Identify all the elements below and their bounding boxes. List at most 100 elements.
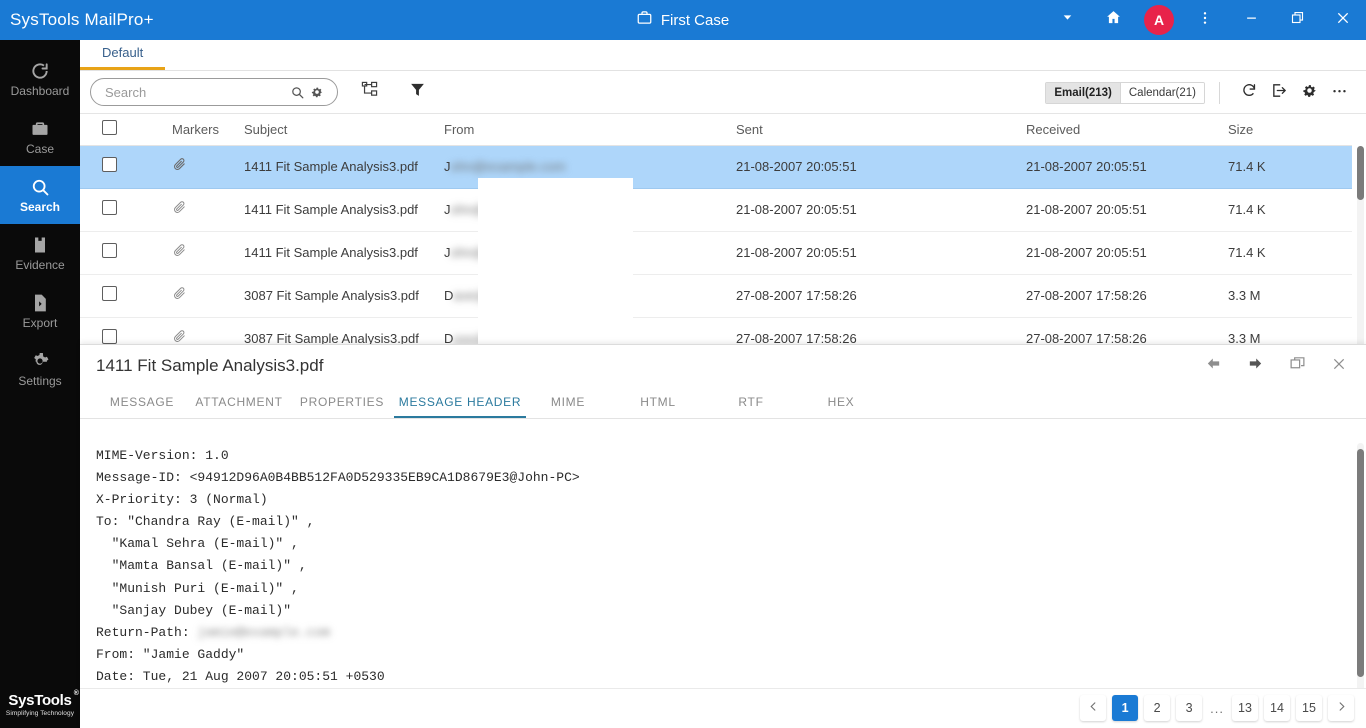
- next-message-button[interactable]: [1242, 353, 1268, 379]
- from-visible-prefix: J: [444, 159, 451, 174]
- row-checkbox-cell[interactable]: [80, 145, 134, 189]
- gear-icon: [1301, 82, 1318, 104]
- table-row[interactable]: 3087 Fit Sample Analysis3.pdf Dave@examp…: [80, 274, 1352, 318]
- vertical-dots-icon: [1197, 10, 1213, 31]
- search-settings-gear-icon[interactable]: [307, 85, 327, 99]
- column-sent[interactable]: Sent: [736, 114, 1026, 146]
- pagination-page-2[interactable]: 2: [1144, 695, 1171, 721]
- row-checkbox[interactable]: [102, 329, 117, 344]
- segment-calendar[interactable]: Calendar(21): [1119, 82, 1204, 103]
- row-from: John@example.com: [444, 231, 736, 275]
- sidebar-item-settings[interactable]: Settings: [0, 340, 80, 398]
- refresh-button[interactable]: [1234, 78, 1264, 108]
- row-checkbox-cell[interactable]: [80, 274, 134, 318]
- forward-arrow-icon: [1247, 355, 1264, 377]
- pagination-page-1[interactable]: 1: [1112, 695, 1139, 721]
- case-dropdown-button[interactable]: [1044, 0, 1090, 40]
- popout-window-button[interactable]: [1284, 353, 1310, 379]
- column-received[interactable]: Received: [1026, 114, 1228, 146]
- avatar[interactable]: A: [1144, 5, 1174, 35]
- detail-scrollbar[interactable]: [1357, 443, 1364, 719]
- view-tab-default[interactable]: Default: [80, 45, 166, 70]
- dashboard-refresh-icon: [30, 61, 50, 81]
- sidebar-item-evidence[interactable]: Evidence: [0, 224, 80, 282]
- row-sent: 27-08-2007 17:58:26: [736, 274, 1026, 318]
- tab-rtf[interactable]: RTF: [706, 395, 796, 418]
- popout-window-icon: [1289, 355, 1306, 377]
- toolbar-separator: [1219, 81, 1220, 104]
- pagination-prev-button[interactable]: [1080, 695, 1107, 721]
- restore-button[interactable]: [1274, 0, 1320, 40]
- tab-properties[interactable]: PROPERTIES: [290, 395, 394, 418]
- minimize-button[interactable]: [1228, 0, 1274, 40]
- row-checkbox[interactable]: [102, 243, 117, 258]
- grid-scrollbar[interactable]: [1357, 146, 1364, 374]
- sidebar-item-dashboard[interactable]: Dashboard: [0, 50, 80, 108]
- row-checkbox[interactable]: [102, 200, 117, 215]
- hierarchy-tree-icon: [361, 81, 378, 103]
- briefcase-icon: [637, 10, 652, 30]
- more-options-button[interactable]: [1182, 0, 1228, 40]
- pagination: 1 2 3 ... 13 14 15: [1080, 688, 1354, 728]
- sidebar-item-case[interactable]: Case: [0, 108, 80, 166]
- systools-brand-logo: SysTools ® Simplifying Technology: [0, 680, 80, 728]
- close-detail-button[interactable]: [1326, 353, 1352, 379]
- sidebar-item-search[interactable]: Search: [0, 166, 80, 224]
- application-window: SysTools MailPro+ First Case A Dashboard…: [0, 0, 1366, 728]
- email-table: Markers Subject From Sent Received Size: [80, 114, 1352, 361]
- select-all-checkbox[interactable]: [102, 120, 117, 136]
- tab-hex[interactable]: HEX: [796, 395, 886, 418]
- settings-button[interactable]: [1294, 78, 1324, 108]
- column-markers[interactable]: Markers: [134, 114, 244, 146]
- pagination-page-14[interactable]: 14: [1264, 695, 1290, 721]
- header-line-return-path-label: Return-Path:: [96, 624, 198, 640]
- search-icon[interactable]: [287, 85, 307, 100]
- column-from[interactable]: From: [444, 114, 736, 146]
- column-size[interactable]: Size: [1228, 114, 1352, 146]
- tab-message[interactable]: MESSAGE: [96, 395, 188, 418]
- row-checkbox[interactable]: [102, 286, 117, 301]
- tab-attachment[interactable]: ATTACHMENT: [188, 395, 290, 418]
- back-arrow-icon: [1205, 355, 1222, 377]
- pagination-page-13[interactable]: 13: [1232, 695, 1258, 721]
- header-line-to-4: "Munish Puri (E-mail)" ,: [96, 580, 299, 596]
- pagination-next-button[interactable]: [1328, 695, 1354, 721]
- row-marker-cell: [134, 274, 244, 318]
- from-redacted: ohn@example.com: [450, 202, 566, 217]
- export-button[interactable]: [1264, 78, 1294, 108]
- header-line-message-id: Message-ID: <94912D96A0B4BB512FA0D529335…: [96, 470, 580, 486]
- row-marker-cell: [134, 231, 244, 275]
- segment-email[interactable]: Email(213): [1046, 82, 1120, 103]
- previous-message-button[interactable]: [1200, 353, 1226, 379]
- tab-html[interactable]: HTML: [610, 395, 706, 418]
- pagination-page-15[interactable]: 15: [1296, 695, 1322, 721]
- grid-scrollbar-thumb[interactable]: [1357, 146, 1364, 200]
- row-marker-cell: [134, 145, 244, 189]
- close-button[interactable]: [1320, 0, 1366, 40]
- row-checkbox-cell[interactable]: [80, 231, 134, 275]
- export-file-icon: [30, 293, 50, 313]
- search-box[interactable]: [90, 78, 338, 106]
- current-case-chip[interactable]: First Case: [637, 10, 729, 30]
- hierarchy-tree-button[interactable]: [352, 75, 386, 109]
- close-icon: [1335, 10, 1351, 31]
- search-input[interactable]: [105, 84, 287, 100]
- row-checkbox[interactable]: [102, 157, 117, 172]
- tab-mime[interactable]: MIME: [526, 395, 610, 418]
- row-sent: 21-08-2007 20:05:51: [736, 188, 1026, 232]
- header-line-from: From: "Jamie Gaddy": [96, 646, 245, 662]
- message-header-content[interactable]: MIME-Version: 1.0 Message-ID: <94912D96A…: [80, 419, 1366, 727]
- column-subject[interactable]: Subject: [244, 114, 444, 146]
- row-sent: 21-08-2007 20:05:51: [736, 231, 1026, 275]
- tab-message-header[interactable]: MESSAGE HEADER: [394, 395, 526, 418]
- table-row[interactable]: 1411 Fit Sample Analysis3.pdf John@examp…: [80, 231, 1352, 275]
- home-button[interactable]: [1090, 0, 1136, 40]
- pagination-page-3[interactable]: 3: [1176, 695, 1203, 721]
- sidebar-item-export[interactable]: Export: [0, 282, 80, 340]
- filter-button[interactable]: [400, 75, 434, 109]
- table-row[interactable]: 1411 Fit Sample Analysis3.pdf John@examp…: [80, 145, 1352, 189]
- detail-scrollbar-thumb[interactable]: [1357, 449, 1364, 677]
- more-actions-button[interactable]: [1324, 78, 1354, 108]
- row-checkbox-cell[interactable]: [80, 188, 134, 232]
- table-row[interactable]: 1411 Fit Sample Analysis3.pdf John@examp…: [80, 188, 1352, 232]
